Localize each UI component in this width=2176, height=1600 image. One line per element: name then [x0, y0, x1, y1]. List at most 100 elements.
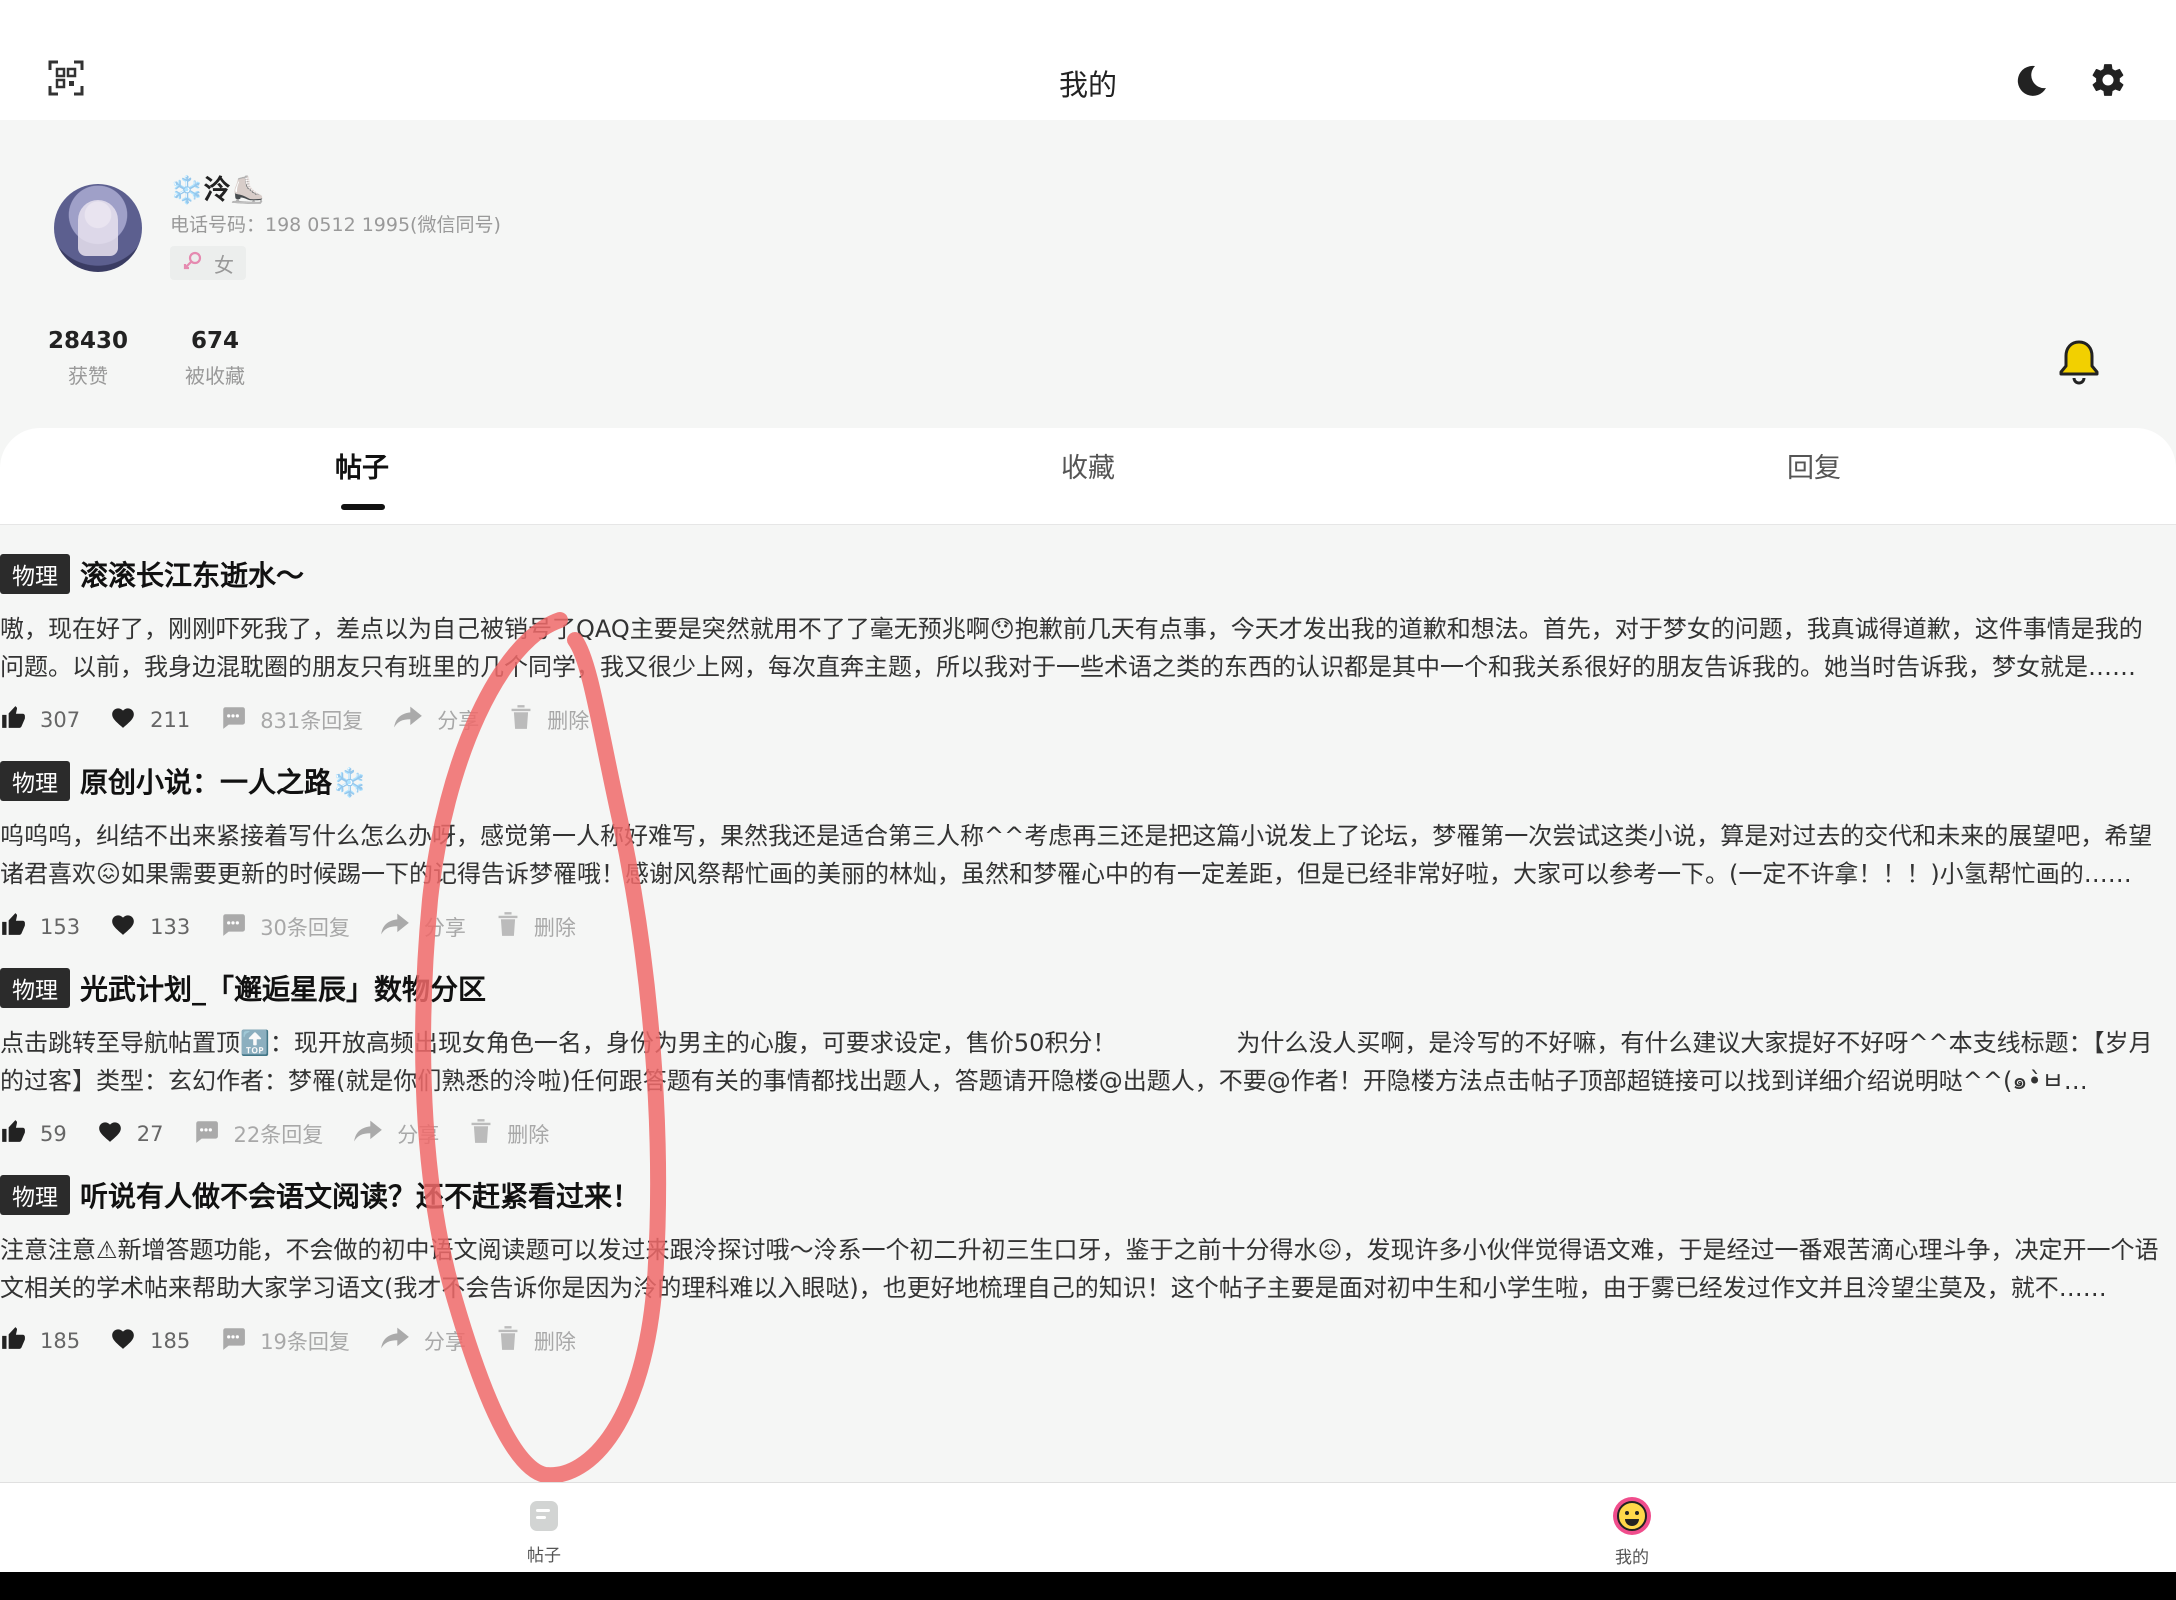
favorite-button[interactable]: 185	[110, 1326, 190, 1355]
post-title[interactable]: 滚滚长江东逝水～	[80, 554, 304, 594]
favorited-stat[interactable]: 674 被收藏	[170, 328, 260, 389]
replies-button[interactable]: 30条回复	[220, 912, 350, 942]
favorite-count: 133	[150, 914, 191, 939]
favorite-button[interactable]: 27	[97, 1119, 164, 1148]
reply-count: 30条回复	[260, 915, 350, 940]
comment-icon	[220, 912, 246, 941]
phone-number: 电话号码：198 0512 1995(微信同号)	[170, 214, 501, 236]
profile-header: ❄️泠⛸️ 电话号码：198 0512 1995(微信同号) 女 28430 获…	[0, 120, 2176, 430]
like-count: 185	[40, 1328, 81, 1353]
tab-replies[interactable]: 回复	[1714, 446, 1914, 485]
favorite-count: 27	[136, 1121, 164, 1146]
delete-label: 删除	[507, 1122, 550, 1147]
nav-posts-label: 帖子	[527, 1546, 561, 1566]
post-excerpt[interactable]: 嗷，现在好了，刚刚吓死我了，差点以为自己被销号了QAQ主要是突然就用不了了毫无预…	[0, 610, 2164, 686]
reply-count: 22条回复	[233, 1122, 324, 1147]
replies-button[interactable]: 19条回复	[220, 1326, 350, 1356]
female-icon	[182, 250, 204, 277]
likes-label: 获赞	[68, 364, 108, 388]
share-arrow-icon	[380, 912, 410, 941]
like-count: 59	[40, 1121, 67, 1146]
reply-count: 831条回复	[260, 708, 364, 733]
share-arrow-icon	[380, 1326, 410, 1355]
bottom-nav: 帖子 我的	[0, 1482, 2176, 1573]
nav-posts[interactable]: 帖子	[484, 1495, 604, 1566]
like-button[interactable]: 153	[0, 911, 80, 942]
post-excerpt[interactable]: 呜呜呜，纠结不出来紧接着写什么怎么办呀，感觉第一人称好难写，果然我还是适合第三人…	[0, 817, 2164, 893]
comment-icon	[220, 705, 246, 734]
heart-icon	[110, 705, 136, 734]
thumbs-up-icon	[0, 1325, 26, 1356]
thumbs-up-icon	[0, 911, 26, 942]
gender-badge: 女	[170, 246, 246, 280]
delete-button[interactable]: 删除	[469, 1118, 549, 1149]
post-category-tag: 物理	[0, 1175, 70, 1215]
like-button[interactable]: 185	[0, 1325, 80, 1356]
comment-icon	[193, 1119, 219, 1148]
share-button[interactable]: 分享	[380, 912, 466, 942]
favorite-button[interactable]: 211	[110, 705, 190, 734]
avatar[interactable]	[54, 184, 142, 272]
post-item[interactable]: 物理 滚滚长江东逝水～ 嗷，现在好了，刚刚吓死我了，差点以为自己被销号了QAQ主…	[0, 540, 2176, 747]
share-label: 分享	[397, 1122, 440, 1147]
bell-icon[interactable]	[2054, 336, 2104, 390]
favorite-count: 185	[150, 1328, 191, 1353]
moon-icon[interactable]	[2012, 62, 2050, 100]
share-arrow-icon	[393, 705, 423, 734]
favorited-label: 被收藏	[185, 364, 245, 388]
post-item[interactable]: 物理 原创小说：一人之路❄️ 呜呜呜，纠结不出来紧接着写什么怎么办呀，感觉第一人…	[0, 747, 2176, 954]
profile-tabs: 帖子 收藏 回复	[0, 428, 2176, 525]
post-excerpt[interactable]: 注意注意⚠新增答题功能，不会做的初中语文阅读题可以发过来跟泠探讨哦～泠系一个初二…	[0, 1231, 2164, 1307]
system-navigation-bar	[0, 1572, 2176, 1600]
share-button[interactable]: 分享	[353, 1119, 439, 1149]
share-button[interactable]: 分享	[380, 1326, 466, 1356]
share-label: 分享	[437, 708, 480, 733]
heart-icon	[97, 1119, 123, 1148]
delete-button[interactable]: 删除	[496, 911, 576, 942]
nav-profile[interactable]: 我的	[1572, 1495, 1692, 1568]
favorite-count: 211	[150, 707, 191, 732]
like-count: 153	[40, 914, 81, 939]
replies-button[interactable]: 22条回复	[193, 1119, 323, 1149]
favorite-button[interactable]: 133	[110, 912, 190, 941]
trash-icon	[509, 704, 533, 735]
post-category-tag: 物理	[0, 554, 70, 594]
post-excerpt[interactable]: 点击跳转至导航帖置顶🔝：现开放高频出现女角色一名，身份为男主的心腹，可要求设定，…	[0, 1024, 2164, 1100]
post-title[interactable]: 光武计划_「邂逅星辰」数物分区	[80, 968, 486, 1008]
delete-label: 删除	[533, 1329, 576, 1354]
top-bar: 我的	[0, 0, 2176, 120]
delete-label: 删除	[547, 708, 590, 733]
delete-button[interactable]: 删除	[496, 1325, 576, 1356]
trash-icon	[469, 1118, 493, 1149]
replies-button[interactable]: 831条回复	[220, 705, 363, 735]
tab-favorites[interactable]: 收藏	[988, 446, 1188, 485]
gender-label: 女	[214, 252, 234, 277]
heart-icon	[110, 1326, 136, 1355]
nav-profile-label: 我的	[1615, 1548, 1649, 1568]
posts-icon	[484, 1495, 604, 1539]
thumbs-up-icon	[0, 704, 26, 735]
post-title[interactable]: 原创小说：一人之路❄️	[80, 761, 367, 801]
tab-active-indicator	[341, 504, 385, 510]
heart-icon	[110, 912, 136, 941]
post-title[interactable]: 听说有人做不会语文阅读？还不赶紧看过来！	[80, 1175, 640, 1215]
trash-icon	[496, 1325, 520, 1356]
thumbs-up-icon	[0, 1118, 26, 1149]
share-label: 分享	[423, 1329, 466, 1354]
favorited-count: 674	[190, 328, 239, 354]
delete-button[interactable]: 删除	[509, 704, 589, 735]
tab-posts[interactable]: 帖子	[262, 446, 462, 485]
post-category-tag: 物理	[0, 761, 70, 801]
share-button[interactable]: 分享	[393, 705, 479, 735]
like-button[interactable]: 59	[0, 1118, 67, 1149]
post-item[interactable]: 物理 光武计划_「邂逅星辰」数物分区 点击跳转至导航帖置顶🔝：现开放高频出现女角…	[0, 954, 2176, 1161]
gear-icon[interactable]	[2088, 60, 2128, 100]
likes-stat[interactable]: 28430 获赞	[48, 328, 128, 389]
post-item[interactable]: 物理 听说有人做不会语文阅读？还不赶紧看过来！ 注意注意⚠新增答题功能，不会做的…	[0, 1161, 2176, 1368]
nickname: ❄️泠⛸️	[170, 175, 265, 206]
like-button[interactable]: 307	[0, 704, 80, 735]
share-arrow-icon	[353, 1119, 383, 1148]
trash-icon	[496, 911, 520, 942]
comment-icon	[220, 1326, 246, 1355]
like-count: 307	[40, 707, 81, 732]
